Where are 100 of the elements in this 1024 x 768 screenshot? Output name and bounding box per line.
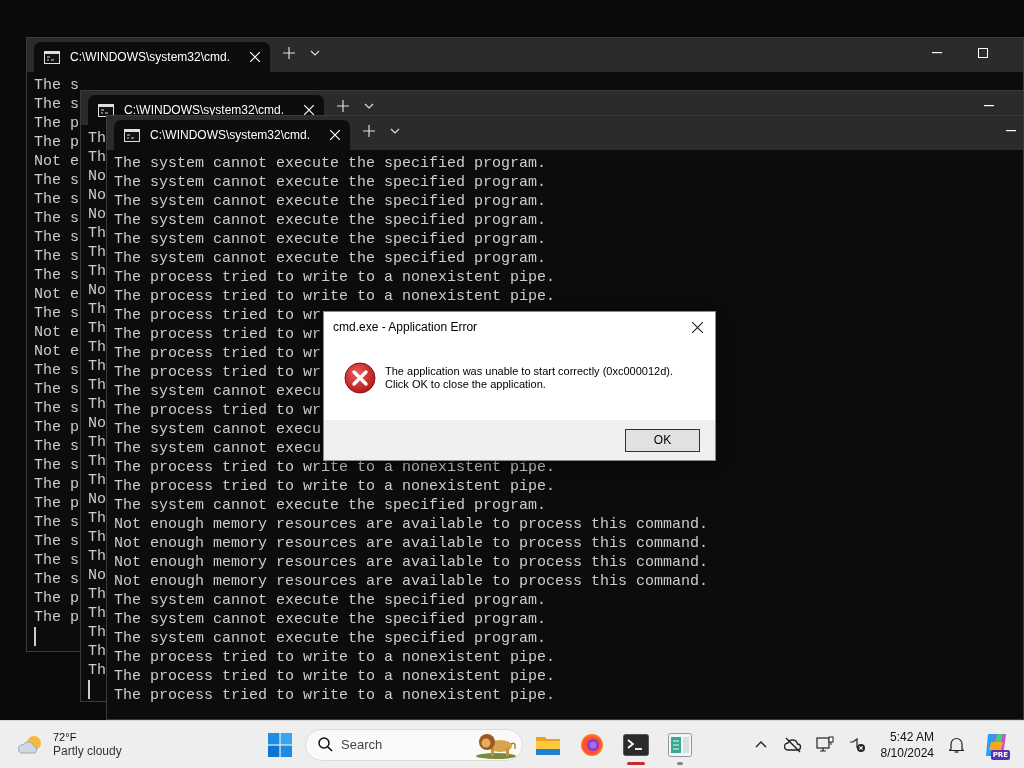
console-line: The s xyxy=(34,532,79,551)
console-line: The s xyxy=(34,304,79,323)
console-icon xyxy=(44,50,60,64)
temperature: 72°F xyxy=(53,730,78,744)
console-line: No xyxy=(88,167,106,186)
cloud-off-icon xyxy=(783,736,802,753)
console-line: The s xyxy=(34,551,79,570)
console-line: The system cannot execute the specified program. xyxy=(114,154,547,173)
error-icon xyxy=(344,362,376,394)
console-line: The p xyxy=(34,475,79,494)
console-line: No xyxy=(88,414,106,433)
console-line: Th xyxy=(88,148,106,167)
chevron-down-icon xyxy=(364,103,374,109)
console-line: Not e xyxy=(34,323,79,342)
console-line: Th xyxy=(88,642,106,661)
plus-icon xyxy=(283,47,295,59)
console-line: The s xyxy=(34,513,79,532)
console-line: Th xyxy=(88,262,106,281)
console-line: The system cannot execute the specified program. xyxy=(114,629,547,648)
plus-icon xyxy=(363,125,375,137)
console-line: The process tried to write to a nonexistent pipe. xyxy=(114,268,556,287)
console-line: The s xyxy=(34,361,79,380)
console-line: The system cannot execute the specified program. xyxy=(114,192,547,211)
console-line: Th xyxy=(88,509,106,528)
console-line: The system cannot execute the specified program. xyxy=(114,249,547,268)
console-line: The s xyxy=(34,190,79,209)
console-line: The process tried to wr xyxy=(114,325,322,344)
console-line: Th xyxy=(88,224,106,243)
console-line: The s xyxy=(34,171,79,190)
close-tab-icon[interactable] xyxy=(330,130,340,140)
console-line: The process tried to wr xyxy=(114,363,322,382)
console-line: Th xyxy=(88,243,106,262)
minimize-icon xyxy=(1006,130,1016,132)
console-line: The s xyxy=(34,437,79,456)
ok-button[interactable]: OK xyxy=(625,428,700,452)
console-line: Not enough memory resources are available to process this command. xyxy=(114,572,709,591)
minimize-icon xyxy=(984,105,994,107)
minimize-icon xyxy=(932,52,942,54)
console-line: The p xyxy=(34,494,79,513)
console-line: No xyxy=(88,281,106,300)
search-field[interactable]: Search xyxy=(341,737,466,752)
console-line: The process tried to write to a nonexistent pipe. xyxy=(114,477,556,496)
console-line: The process tried to write to a nonexistent pipe. xyxy=(114,458,556,477)
terminal-tab[interactable]: C:\WINDOWS\system32\cmd. xyxy=(34,42,270,72)
console-line: The system cannot execute the specified program. xyxy=(114,496,547,515)
close-icon xyxy=(692,321,703,333)
search-icon xyxy=(318,737,333,752)
console-line: Th xyxy=(88,433,106,452)
app-window-icon xyxy=(668,732,692,757)
console-line: Th xyxy=(88,300,106,319)
console-line: The s xyxy=(34,95,79,114)
weather-condition: Partly cloudy xyxy=(53,743,122,759)
console-line: Th xyxy=(88,661,106,680)
console-line: No xyxy=(88,490,106,509)
console-line: The system cannot execute the specified program. xyxy=(114,591,547,610)
console-line: Th xyxy=(88,623,106,642)
error-message: The application was unable to start correctly (0xc000012d). xyxy=(385,365,673,378)
chevron-up-icon xyxy=(754,741,767,748)
tab-title: C:\WINDOWS\system32\cmd. xyxy=(150,128,311,142)
console-line: The p xyxy=(34,114,79,133)
console-line: Not enough memory resources are available to process this command. xyxy=(114,515,709,534)
speaker-muted-icon xyxy=(847,736,866,753)
console-line: Not e xyxy=(34,285,79,304)
console-line: No xyxy=(88,205,106,224)
console-line: The s xyxy=(34,456,79,475)
console-line: The p xyxy=(34,608,79,627)
close-tab-icon[interactable] xyxy=(304,105,314,115)
console-line: Th xyxy=(88,585,106,604)
console-line: Th xyxy=(88,357,106,376)
dialog-title: cmd.exe - Application Error xyxy=(333,320,479,334)
console-line: Th xyxy=(88,547,106,566)
maximize-icon xyxy=(978,48,988,58)
console-line: Th xyxy=(88,395,106,414)
clock-date: 8/10/2024 xyxy=(880,744,934,761)
plus-icon xyxy=(337,100,349,112)
console-line: The system cannot execu xyxy=(114,420,322,439)
console-line: The process tried to write to a nonexistent pipe. xyxy=(114,667,556,686)
clock-time: 5:42 AM xyxy=(889,728,934,745)
close-tab-icon[interactable] xyxy=(250,52,260,62)
console-line: The process tried to write to a nonexistent pipe. xyxy=(114,686,556,705)
error-message: Click OK to close the application. xyxy=(385,378,547,391)
console-line: Th xyxy=(88,471,106,490)
console-line: The system cannot execute the specified program. xyxy=(114,610,547,629)
console-line: Th xyxy=(88,319,106,338)
console-line: No xyxy=(88,186,106,205)
console-line: The s xyxy=(34,266,79,285)
search-box[interactable]: Search xyxy=(305,728,523,761)
console-line: Not enough memory resources are available to process this command. xyxy=(114,534,709,553)
console-line: The s xyxy=(34,247,79,266)
console-line: Th xyxy=(88,528,106,547)
console-line: The system cannot execute the specified program. xyxy=(114,230,547,249)
console-line: Th xyxy=(88,129,106,148)
console-line: The system cannot execu xyxy=(114,439,322,458)
console-line: The system cannot execute the specified program. xyxy=(114,211,547,230)
console-line: The system cannot execute the specified program. xyxy=(114,173,547,192)
terminal-tab[interactable]: C:\WINDOWS\system32\cmd. xyxy=(114,120,350,150)
console-line: The s xyxy=(34,228,79,247)
monitor-network-icon xyxy=(815,736,834,753)
terminal-icon xyxy=(623,733,649,756)
console-line: Th xyxy=(88,452,106,471)
